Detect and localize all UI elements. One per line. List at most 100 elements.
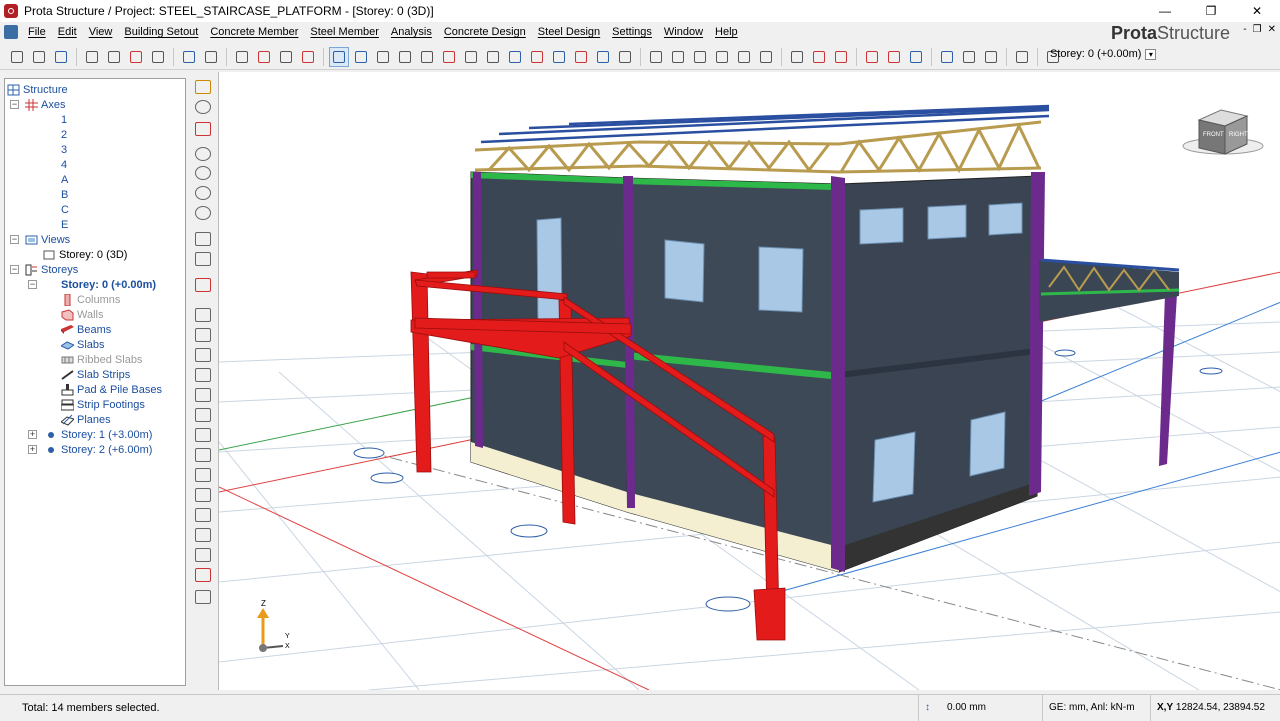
menu-concrete-member[interactable]: Concrete Member [204, 22, 304, 42]
menu-window[interactable]: Window [658, 22, 709, 42]
delete-icon[interactable] [298, 47, 318, 67]
layer-icon[interactable] [195, 368, 211, 382]
tree-member-slabs[interactable]: Slabs [61, 337, 105, 352]
tree-member-planes[interactable]: Planes [61, 412, 111, 427]
ruler-icon[interactable] [195, 278, 211, 292]
load-icon[interactable] [809, 47, 829, 67]
collapse-storey0-button[interactable]: − [28, 280, 37, 289]
layer-icon[interactable] [195, 568, 211, 582]
portal-frame-icon[interactable] [756, 47, 776, 67]
steel-beam-icon[interactable] [668, 47, 688, 67]
brace-icon[interactable] [690, 47, 710, 67]
menu-concrete-design[interactable]: Concrete Design [438, 22, 532, 42]
tree-member-slab-strips[interactable]: Slab Strips [61, 367, 130, 382]
menu-view[interactable]: View [83, 22, 119, 42]
slab-strip-icon[interactable] [505, 47, 525, 67]
redo-icon[interactable] [201, 47, 221, 67]
tree-storey-item[interactable]: Storey: 2 (+6.00m) [45, 442, 152, 457]
tree-member-ribbed-slabs[interactable]: Ribbed Slabs [61, 352, 142, 367]
tree-axis-item[interactable]: B [61, 187, 68, 202]
column-icon[interactable] [395, 47, 415, 67]
layer-icon[interactable] [195, 488, 211, 502]
chevron-down-icon[interactable]: ▾ [1145, 48, 1157, 60]
copy-view-icon[interactable] [195, 252, 211, 266]
minimize-button[interactable]: — [1142, 0, 1188, 22]
layer-icon[interactable] [195, 508, 211, 522]
tree-storeys[interactable]: Storeys [25, 262, 78, 277]
restore-button[interactable]: ❐ [1188, 0, 1234, 22]
3d-viewport[interactable]: FRONT RIGHT Z Y X [218, 72, 1280, 690]
layer-icon[interactable] [195, 590, 211, 604]
collapse-storeys-button[interactable]: − [10, 265, 19, 274]
menu-steel-design[interactable]: Steel Design [532, 22, 606, 42]
wall-icon[interactable] [417, 47, 437, 67]
tree-axis-item[interactable]: 2 [61, 127, 67, 142]
slab-icon[interactable] [461, 47, 481, 67]
tree-member-beams[interactable]: Beams [61, 322, 111, 337]
tree-axis-item[interactable]: E [61, 217, 68, 232]
roof-icon[interactable] [787, 47, 807, 67]
tree-axis-item[interactable]: 3 [61, 142, 67, 157]
undo-icon[interactable] [179, 47, 199, 67]
tree-views[interactable]: Views [25, 232, 70, 247]
menu-steel-member[interactable]: Steel Member [304, 22, 384, 42]
tree-view-item[interactable]: Storey: 0 (3D) [43, 247, 127, 262]
move-icon[interactable] [232, 47, 252, 67]
draw-line-icon[interactable] [351, 47, 371, 67]
layer-icon[interactable] [195, 308, 211, 322]
print-preview-icon[interactable] [104, 47, 124, 67]
tree-axes[interactable]: Axes [25, 97, 65, 112]
tree-axis-item[interactable]: 1 [61, 112, 67, 127]
tree-current-storey[interactable]: Storey: 0 (+0.00m) [61, 277, 156, 292]
clipboard-icon[interactable] [148, 47, 168, 67]
close-button[interactable]: ✕ [1234, 0, 1280, 22]
pad-base-icon[interactable] [571, 47, 591, 67]
pencil-icon[interactable] [195, 80, 211, 94]
menu-analysis[interactable]: Analysis [385, 22, 438, 42]
modify-icon[interactable] [276, 47, 296, 67]
orbit-icon[interactable] [195, 100, 211, 114]
zoom-in-icon[interactable] [195, 186, 211, 200]
tree-member-pad-pile-bases[interactable]: Pad & Pile Bases [61, 382, 162, 397]
staircase-icon[interactable] [831, 47, 851, 67]
layer-icon[interactable] [195, 448, 211, 462]
analysis-results-icon[interactable] [884, 47, 904, 67]
layer-icon[interactable] [195, 348, 211, 362]
truss-icon[interactable] [712, 47, 732, 67]
mdi-close-button[interactable]: ✕ [1268, 24, 1276, 35]
purlin-icon[interactable] [734, 47, 754, 67]
menu-file[interactable]: File [22, 22, 52, 42]
tree-member-strip-footings[interactable]: Strip Footings [61, 397, 145, 412]
delete-member-icon[interactable] [254, 47, 274, 67]
table-icon[interactable] [959, 47, 979, 67]
tree-member-walls[interactable]: Walls [61, 307, 103, 322]
tree-storey-item[interactable]: Storey: 1 (+3.00m) [45, 427, 152, 442]
layer-icon[interactable] [195, 428, 211, 442]
select-pointer-icon[interactable] [329, 46, 349, 67]
display-settings-icon[interactable] [937, 47, 957, 67]
beam-icon[interactable] [439, 47, 459, 67]
storey-selector[interactable]: Storey: 0 (+0.00m) ▾ [1050, 48, 1157, 60]
mdi-restore-button[interactable]: ❐ [1253, 24, 1262, 35]
open-folder-icon[interactable] [29, 47, 49, 67]
model-canvas[interactable]: FRONT RIGHT Z Y X [219, 72, 1280, 690]
collapse-views-button[interactable]: − [10, 235, 19, 244]
filter-icon[interactable] [906, 47, 926, 67]
grid-axis-icon[interactable] [373, 47, 393, 67]
tree-axis-item[interactable]: C [61, 202, 69, 217]
menu-building-setout[interactable]: Building Setout [118, 22, 204, 42]
transform-icon[interactable] [615, 47, 635, 67]
layer-icon[interactable] [195, 548, 211, 562]
section-icon[interactable] [195, 122, 211, 136]
foundation-icon[interactable] [527, 47, 547, 67]
expand-storey2-button[interactable]: + [28, 445, 37, 454]
zoom-extents-icon[interactable] [195, 206, 211, 220]
expand-storey1-button[interactable]: + [28, 430, 37, 439]
document-menu-icon[interactable] [4, 25, 18, 39]
new-file-icon[interactable] [7, 47, 27, 67]
collapse-axes-button[interactable]: − [10, 100, 19, 109]
tree-axis-item[interactable]: 4 [61, 157, 67, 172]
pan-icon[interactable] [195, 232, 211, 246]
analysis-run-icon[interactable] [862, 47, 882, 67]
tree-member-columns[interactable]: Columns [61, 292, 120, 307]
